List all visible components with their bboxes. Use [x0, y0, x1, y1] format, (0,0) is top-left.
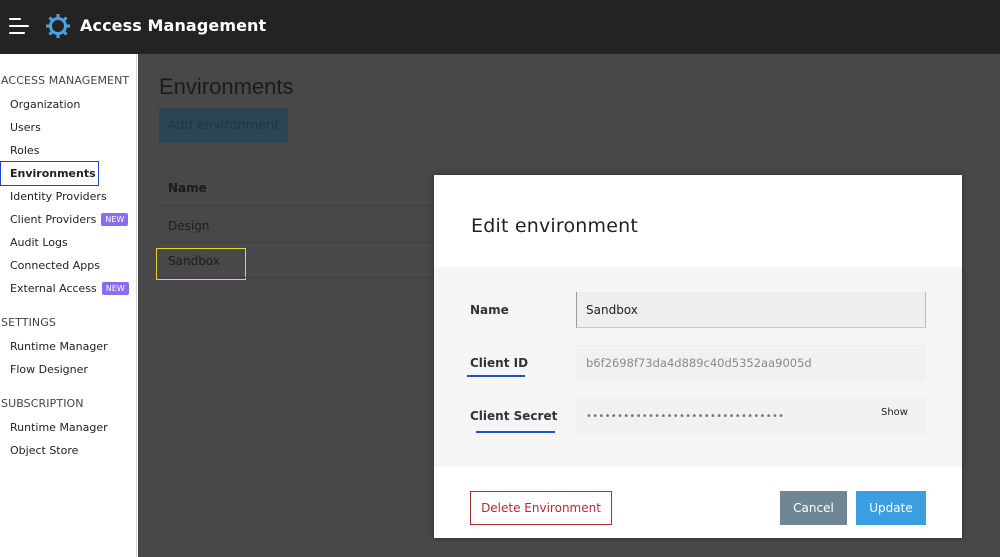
client-secret-underline [476, 431, 555, 433]
table-divider [159, 242, 455, 243]
sidebar-item-connected-apps[interactable]: Connected Apps [10, 259, 100, 272]
table-divider [159, 205, 455, 206]
app-title: Access Management [80, 16, 267, 35]
sidebar-section-access-management: ACCESS MANAGEMENT [1, 74, 130, 87]
table-row-design[interactable]: Design [168, 219, 209, 233]
sidebar-item-subscription-runtime-manager[interactable]: Runtime Manager [10, 421, 108, 434]
sidebar-item-roles[interactable]: Roles [10, 144, 39, 157]
modal-title: Edit environment [471, 215, 639, 237]
gear-logo-icon [46, 14, 70, 38]
sidebar-item-external-access[interactable]: External Access NEW [10, 282, 129, 295]
sidebar-item-runtime-manager[interactable]: Runtime Manager [10, 340, 108, 353]
add-environment-button[interactable]: Add environment [159, 108, 288, 143]
sidebar-item-label: External Access [10, 282, 97, 295]
delete-environment-button[interactable]: Delete Environment [470, 491, 612, 525]
sidebar-item-audit-logs[interactable]: Audit Logs [10, 236, 68, 249]
sidebar-item-users[interactable]: Users [10, 121, 41, 134]
sidebar-item-environments[interactable]: Environments [10, 167, 96, 180]
table-divider [159, 277, 455, 278]
name-label: Name [470, 303, 509, 317]
sidebar-item-label: Client Providers [10, 213, 97, 226]
hamburger-menu-icon[interactable] [9, 17, 29, 35]
client-secret-label: Client Secret [470, 409, 558, 423]
sidebar-item-object-store[interactable]: Object Store [10, 444, 78, 457]
new-badge: NEW [101, 213, 129, 226]
cancel-button[interactable]: Cancel [780, 491, 847, 525]
show-secret-button[interactable]: Show [881, 407, 908, 418]
edit-environment-modal: Edit environment Name Client ID b6f2698f… [434, 175, 962, 538]
client-id-value: b6f2698f73da4d889c40d5352aa9005d [586, 356, 812, 370]
new-badge: NEW [101, 282, 129, 295]
sidebar-item-flow-designer[interactable]: Flow Designer [10, 363, 88, 376]
table-row-sandbox[interactable]: Sandbox [168, 254, 220, 268]
update-button[interactable]: Update [856, 491, 926, 525]
sidebar-section-subscription: SUBSCRIPTION [1, 397, 84, 410]
sidebar-item-client-providers[interactable]: Client Providers NEW [10, 213, 129, 226]
sidebar-item-identity-providers[interactable]: Identity Providers [10, 190, 107, 203]
sidebar: ACCESS MANAGEMENT Organization Users Rol… [0, 54, 137, 557]
name-input[interactable] [576, 292, 926, 328]
modal-body: Name Client ID b6f2698f73da4d889c40d5352… [434, 267, 962, 467]
modal-header: Edit environment [434, 175, 962, 267]
client-id-underline [467, 375, 525, 377]
client-secret-value: •••••••••••••••••••••••••••••••• [586, 411, 785, 422]
top-bar: Access Management [0, 0, 1000, 54]
sidebar-section-settings: SETTINGS [1, 316, 56, 329]
page-title: Environments [159, 74, 294, 99]
client-id-label: Client ID [470, 356, 529, 370]
table-header-name: Name [168, 181, 207, 195]
sidebar-item-organization[interactable]: Organization [10, 98, 80, 111]
